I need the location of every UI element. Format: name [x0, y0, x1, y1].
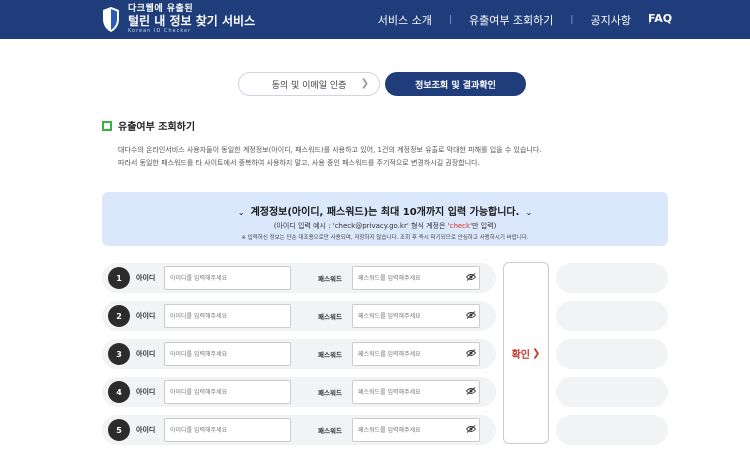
id-label: 아이디 [136, 350, 156, 358]
row-number: 1 [108, 267, 130, 289]
id-label: 아이디 [136, 388, 156, 396]
example-highlight: check [449, 222, 471, 230]
banner-example: (아이디 입력 예시 : 'check@privacy.go.kr' 형식 계정… [102, 221, 668, 231]
eye-off-icon[interactable] [466, 425, 476, 433]
row-number: 2 [108, 305, 130, 327]
password-label: 패스워드 [318, 313, 342, 321]
chevron-down-icon: ⌄ [525, 208, 533, 217]
logo-subtitle: 다크웹에 유출된 [128, 4, 194, 14]
nav-faq[interactable]: FAQ [648, 12, 672, 25]
confirm-label: 확인 [511, 349, 530, 361]
password-input[interactable] [352, 266, 480, 290]
checkbox-square-icon [102, 120, 112, 131]
step-consent-email[interactable]: 동의 및 이메일 인증 ❯ [238, 72, 380, 96]
credential-row: 1 아이디 패스워드 [102, 263, 496, 293]
credential-row: 2 아이디 패스워드 [102, 301, 496, 331]
nav-divider: | [570, 15, 574, 25]
eye-off-icon[interactable] [466, 387, 476, 395]
site-header: 다크웹에 유출된 털린 내 정보 찾기 서비스 Korean ID Checke… [0, 0, 750, 39]
example-suffix: '만 입력) [470, 222, 497, 230]
id-label: 아이디 [136, 274, 156, 282]
eye-off-icon[interactable] [466, 273, 476, 281]
password-label: 패스워드 [318, 275, 342, 283]
credential-row: 5 아이디 패스워드 [102, 415, 496, 445]
result-slot [556, 377, 668, 407]
step-lookup-label: 정보조회 및 결과확인 [415, 80, 496, 91]
eye-off-icon[interactable] [466, 349, 476, 357]
password-label: 패스워드 [318, 427, 342, 435]
credential-row: 4 아이디 패스워드 [102, 377, 496, 407]
id-input[interactable] [164, 380, 291, 404]
password-label: 패스워드 [318, 351, 342, 359]
logo-title: 털린 내 정보 찾기 서비스 [128, 14, 256, 28]
password-input[interactable] [352, 342, 480, 366]
row-number: 3 [108, 343, 130, 365]
chevron-right-icon: ❯ [532, 347, 541, 359]
id-input[interactable] [164, 304, 291, 328]
info-banner: ⌄ 계정정보(아이디, 패스워드)는 최대 10개까지 입력 가능합니다. ⌄ (아… [102, 192, 668, 246]
result-slot [556, 415, 668, 445]
confirm-button[interactable]: 확인 ❯ [503, 262, 549, 444]
banner-note: ※ 입력하신 정보는 단순 대조용으로만 사용되며, 저장하지 않습니다. 조회… [241, 235, 529, 241]
shield-logo-icon [103, 6, 119, 32]
description-line-2: 따라서 동일한 패스워드를 타 사이트에서 중복하여 사용하지 말고, 사용 중… [118, 159, 480, 167]
step-progress: 동의 및 이메일 인증 ❯ 정보조회 및 결과확인 [238, 72, 526, 96]
nav-service-intro[interactable]: 서비스 소개 [378, 12, 432, 28]
password-input[interactable] [352, 304, 480, 328]
step-lookup-result[interactable]: 정보조회 및 결과확인 [385, 72, 526, 96]
main-nav: 서비스 소개 | 유출여부 조회하기 | 공지사항 | [378, 12, 668, 28]
section-heading: 유출여부 조회하기 [102, 118, 195, 133]
step-consent-label: 동의 및 이메일 인증 [271, 80, 347, 91]
password-input[interactable] [352, 380, 480, 404]
chevron-right-icon: ❯ [360, 78, 369, 89]
nav-divider: | [448, 15, 452, 25]
logo-english: Korean ID Checker [128, 28, 192, 34]
result-slot [556, 301, 668, 331]
banner-main-text: 계정정보(아이디, 패스워드)는 최대 10개까지 입력 가능합니다. [250, 207, 520, 218]
password-input[interactable] [352, 418, 480, 442]
nav-leak-check[interactable]: 유출여부 조회하기 [469, 12, 553, 28]
id-label: 아이디 [136, 426, 156, 434]
section-description: 대다수의 온라인서비스 사용자들이 동일한 계정정보(아이디, 패스워드)를 사… [118, 144, 638, 170]
row-number: 5 [108, 419, 130, 441]
example-prefix: (아이디 입력 예시 : 'check@privacy.go.kr' 형식 계정… [273, 222, 450, 230]
password-label: 패스워드 [318, 389, 342, 397]
chevron-down-icon: ⌄ [237, 208, 245, 217]
description-line-1: 대다수의 온라인서비스 사용자들이 동일한 계정정보(아이디, 패스워드)를 사… [118, 146, 542, 154]
credential-row: 3 아이디 패스워드 [102, 339, 496, 369]
nav-notice[interactable]: 공지사항 [590, 12, 630, 28]
eye-off-icon[interactable] [466, 311, 476, 319]
id-input[interactable] [164, 266, 291, 290]
section-title: 유출여부 조회하기 [118, 122, 196, 133]
site-logo[interactable]: 다크웹에 유출된 털린 내 정보 찾기 서비스 Korean ID Checke… [102, 4, 255, 34]
result-slot [556, 263, 668, 293]
row-number: 4 [108, 381, 130, 403]
id-label: 아이디 [136, 312, 156, 320]
id-input[interactable] [164, 418, 291, 442]
result-slot [556, 339, 668, 369]
id-input[interactable] [164, 342, 291, 366]
